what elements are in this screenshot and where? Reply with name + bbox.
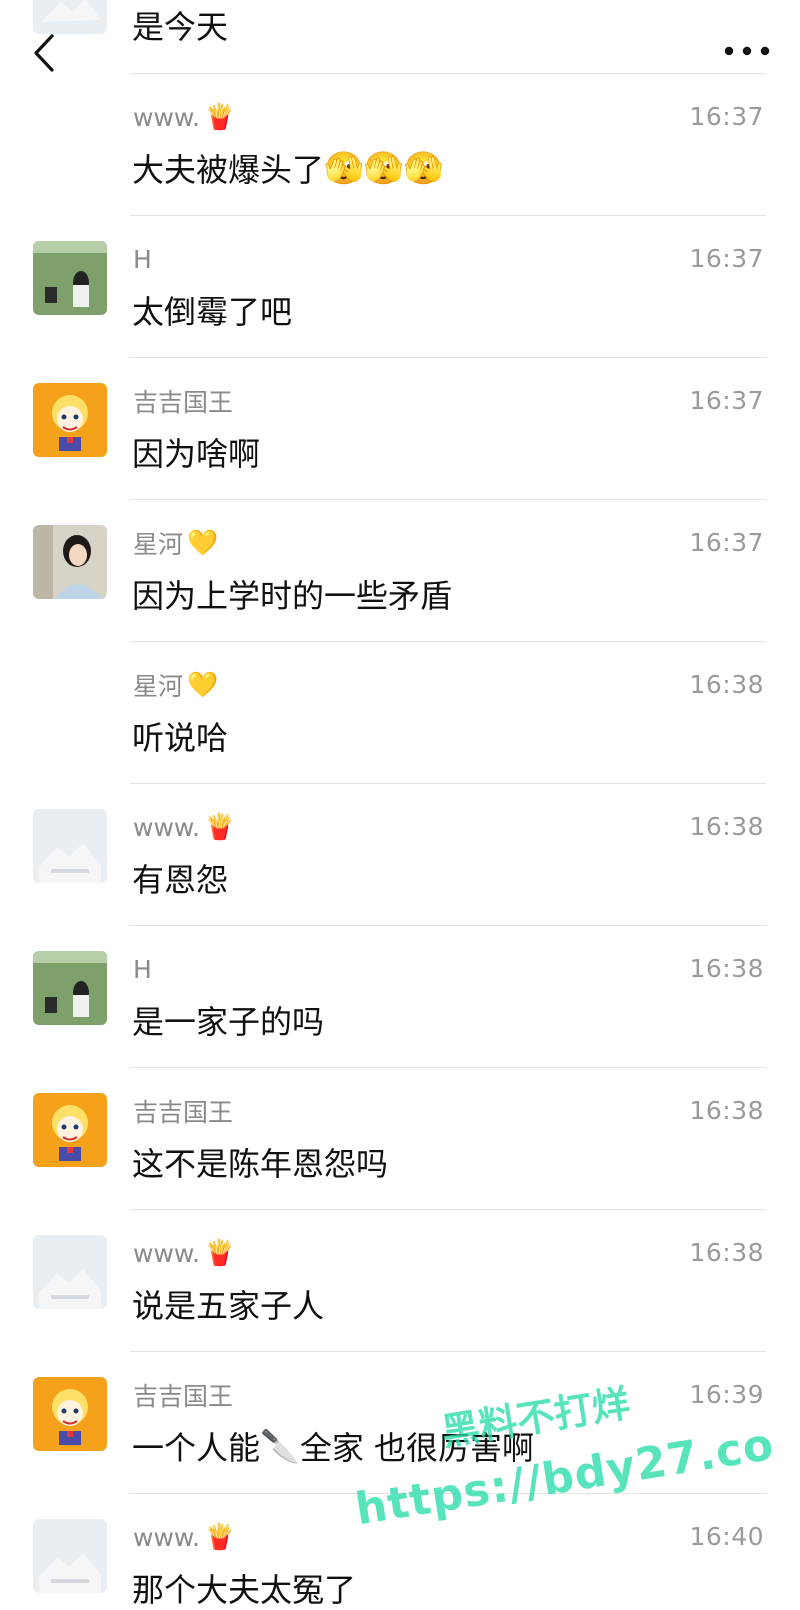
message-text: 说是五家子人: [132, 1287, 325, 1325]
sender-name: H: [133, 244, 152, 274]
message-item[interactable]: 吉吉国王 16:39 一个人能 🔪 全家 也很厉害啊: [0, 1352, 800, 1494]
message-text: 是一家子的吗: [132, 1003, 325, 1041]
message-item[interactable]: H 16:37 太倒霉了吧: [0, 216, 800, 358]
sender-name: 星河 💛: [133, 528, 219, 559]
fries-icon: 🍟: [204, 1238, 236, 1267]
avatar[interactable]: [33, 951, 107, 1025]
fries-icon: 🍟: [204, 812, 236, 841]
avatar[interactable]: [33, 1519, 107, 1593]
avatar[interactable]: [33, 241, 107, 315]
message-time: 16:37: [689, 244, 764, 273]
message-text: 听说哈: [132, 719, 229, 757]
message-item[interactable]: www. 🍟 16:38 有恩怨: [0, 784, 800, 926]
message-time: 16:37: [689, 386, 764, 415]
message-text: 那个大夫太冤了: [132, 1571, 357, 1609]
message-item[interactable]: 吉吉国王 16:38 这不是陈年恩怨吗: [0, 1068, 800, 1210]
message-item[interactable]: www. 🍟 16:38 说是五家子人: [0, 1210, 800, 1352]
message-time: 16:38: [689, 1238, 764, 1267]
message-text: 是今天: [132, 8, 229, 46]
message-text: 太倒霉了吧: [132, 293, 293, 331]
message-text: 这不是陈年恩怨吗: [132, 1145, 389, 1183]
yellow-heart-icon: 💛: [187, 528, 219, 557]
sender-name: www. 🍟: [133, 1238, 236, 1268]
message-time: 16:38: [689, 954, 764, 983]
avatar[interactable]: [33, 525, 107, 599]
avatar[interactable]: [33, 1235, 107, 1309]
message-item[interactable]: www. 🍟 16:37 大夫被爆头了 🫣🫣🫣: [0, 74, 800, 216]
message-time: 16:38: [689, 812, 764, 841]
more-dots-icon: [724, 46, 770, 56]
message-item[interactable]: H 16:38 是一家子的吗: [0, 926, 800, 1068]
message-text: 一个人能 🔪 全家 也很厉害啊: [132, 1427, 535, 1467]
knife-icon: 🔪: [260, 1427, 300, 1465]
sender-name: H: [133, 954, 152, 984]
yellow-heart-icon: 💛: [187, 670, 219, 699]
sender-name: 吉吉国王: [133, 1382, 234, 1411]
message-time: 16:37: [689, 528, 764, 557]
message-item[interactable]: 吉吉国王 16:37 因为啥啊: [0, 358, 800, 500]
message-item[interactable]: 星河 💛 16:37 因为上学时的一些矛盾: [0, 500, 800, 642]
back-button[interactable]: [28, 28, 62, 78]
message-time: 16:39: [689, 1380, 764, 1409]
message-item[interactable]: 星河 💛 16:38 听说哈: [0, 642, 800, 784]
message-time: 16:38: [689, 670, 764, 699]
chevron-left-icon: [34, 34, 54, 72]
sender-name: 吉吉国王: [133, 388, 234, 417]
message-time: 16:37: [689, 102, 764, 131]
message-text: 有恩怨: [132, 861, 229, 899]
fries-icon: 🍟: [204, 102, 236, 131]
message-time: 16:40: [689, 1522, 764, 1551]
sender-name: 星河 💛: [133, 670, 219, 701]
sender-name: www. 🍟: [133, 812, 236, 842]
chat-screen: 是今天 www. 🍟 16:37 大夫被爆头了 🫣🫣🫣 H 16:37 太倒霉了…: [0, 0, 800, 1610]
fries-icon: 🍟: [204, 1522, 236, 1551]
partial-message: 是今天: [0, 0, 800, 74]
message-time: 16:38: [689, 1096, 764, 1125]
more-button[interactable]: [720, 36, 774, 66]
sender-name: www. 🍟: [133, 1522, 236, 1552]
message-item[interactable]: www. 🍟 16:40 那个大夫太冤了: [0, 1494, 800, 1610]
avatar[interactable]: [33, 383, 107, 457]
avatar[interactable]: [33, 809, 107, 883]
message-text: 大夫被爆头了 🫣🫣🫣: [132, 149, 444, 189]
message-text: 因为啥啊: [132, 435, 261, 473]
sender-name: www. 🍟: [133, 102, 236, 132]
sender-name: 吉吉国王: [133, 1098, 234, 1127]
message-text: 因为上学时的一些矛盾: [132, 577, 453, 615]
avatar[interactable]: [33, 1093, 107, 1167]
avatar[interactable]: [33, 1377, 107, 1451]
peek-face-icon: 🫣🫣🫣: [324, 149, 444, 187]
